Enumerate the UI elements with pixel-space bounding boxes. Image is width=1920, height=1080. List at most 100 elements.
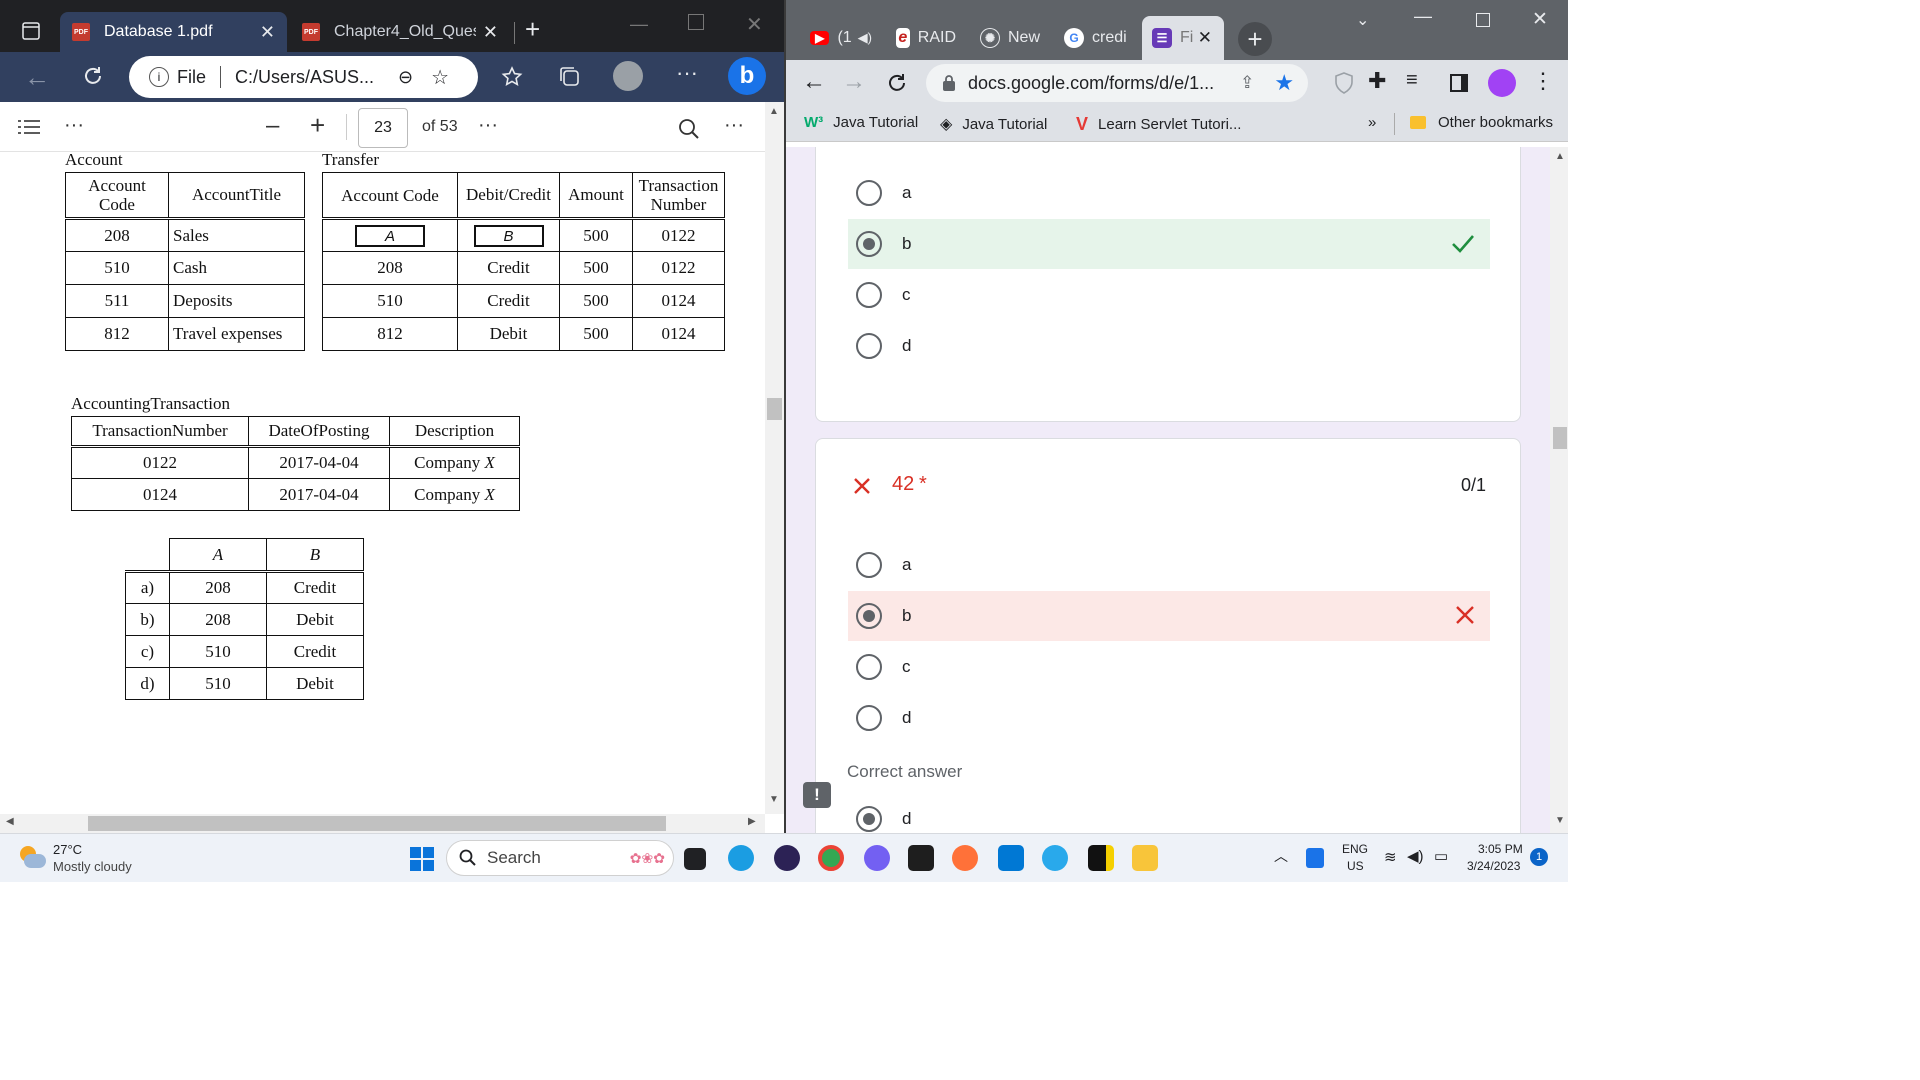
pdf-vertical-scrollbar[interactable]: ▲ ▼: [765, 102, 784, 814]
option-a[interactable]: a: [848, 540, 1490, 590]
forward-icon[interactable]: →: [842, 68, 866, 96]
file-explorer-icon[interactable]: [1132, 845, 1158, 871]
zoom-in-icon[interactable]: +: [310, 110, 325, 141]
scroll-right-arrow-icon[interactable]: ▶: [748, 816, 756, 827]
bookmark-item[interactable]: W³ Java Tutorial: [804, 114, 918, 131]
maximize-icon[interactable]: [688, 14, 704, 30]
scroll-thumb[interactable]: [767, 398, 782, 420]
refresh-icon[interactable]: [886, 72, 908, 94]
radio-button[interactable]: [856, 552, 882, 578]
more-menu-icon[interactable]: ···: [676, 60, 698, 86]
omnibox[interactable]: docs.google.com/forms/d/e/1... ⇪ ★: [926, 64, 1308, 102]
back-icon[interactable]: ←: [24, 62, 50, 93]
address-bar[interactable]: i File C:/Users/ASUS... ⊖ ☆: [129, 56, 478, 98]
chrome-menu-icon[interactable]: ⋮: [1532, 68, 1554, 94]
clock-date[interactable]: 3/24/2023: [1467, 859, 1520, 873]
scroll-up-arrow-icon[interactable]: ▲: [769, 106, 779, 117]
profile-avatar[interactable]: [613, 61, 643, 91]
language-bottom[interactable]: US: [1347, 859, 1364, 873]
scroll-up-arrow-icon[interactable]: ▲: [1555, 151, 1565, 162]
bookmark-item[interactable]: V Learn Servlet Tutori...: [1076, 114, 1241, 135]
language-top[interactable]: ENG: [1342, 842, 1368, 856]
more-bookmarks-icon[interactable]: »: [1368, 114, 1376, 131]
edge-tab-chapter4[interactable]: PDF Chapter4_Old_Questi ✕: [290, 12, 510, 52]
weather-cloudy-icon[interactable]: [18, 846, 46, 868]
show-hidden-icons-icon[interactable]: ︿: [1274, 846, 1288, 866]
page-number-input[interactable]: 23: [358, 108, 408, 148]
edge-taskbar-icon[interactable]: [728, 845, 754, 871]
radio-button[interactable]: [856, 180, 882, 206]
wifi-icon[interactable]: ≋: [1384, 848, 1397, 866]
option-d[interactable]: d: [848, 321, 1490, 371]
close-tab-icon[interactable]: ✕: [1198, 28, 1212, 48]
shield-icon[interactable]: [1334, 72, 1354, 94]
weather-desc[interactable]: Mostly cloudy: [53, 859, 132, 874]
extensions-icon[interactable]: ✚: [1368, 68, 1386, 94]
viber-icon[interactable]: [864, 845, 890, 871]
maximize-icon[interactable]: [1476, 13, 1490, 27]
firefox-icon[interactable]: [952, 845, 978, 871]
radio-button[interactable]: [856, 333, 882, 359]
radio-button-selected[interactable]: [856, 231, 882, 257]
collections-icon[interactable]: [558, 65, 582, 89]
telegram-icon[interactable]: [1042, 845, 1068, 871]
profile-avatar[interactable]: [1488, 69, 1516, 97]
share-icon[interactable]: ⇪: [1240, 73, 1254, 93]
new-tab-icon[interactable]: +: [525, 14, 540, 45]
weather-temp[interactable]: 27°C: [53, 842, 82, 857]
reading-list-icon[interactable]: ≡: [1406, 69, 1418, 92]
pdf-options-icon[interactable]: ···: [478, 114, 498, 137]
pdf-horizontal-scrollbar[interactable]: ◀ ▶: [0, 814, 765, 833]
option-c[interactable]: c: [848, 642, 1490, 692]
contents-list-icon[interactable]: [18, 119, 40, 135]
radio-button-selected[interactable]: [856, 603, 882, 629]
new-tab-icon[interactable]: +: [1238, 22, 1272, 56]
sticky-notes-icon[interactable]: [1088, 845, 1114, 871]
chrome-tab-youtube[interactable]: ▶ (1 ◀): [800, 16, 882, 60]
scroll-down-arrow-icon[interactable]: ▼: [769, 794, 779, 805]
option-a[interactable]: a: [848, 168, 1490, 218]
tab-actions-icon[interactable]: [22, 22, 40, 40]
minimize-icon[interactable]: —: [1414, 6, 1432, 27]
option-b-selected-correct[interactable]: b: [848, 219, 1490, 269]
other-bookmarks[interactable]: Other bookmarks: [1410, 114, 1553, 131]
close-tab-icon[interactable]: ✕: [483, 22, 498, 43]
info-icon[interactable]: i: [149, 67, 169, 87]
refresh-icon[interactable]: [82, 65, 104, 87]
edge-tab-database-pdf[interactable]: PDF Database 1.pdf ✕: [60, 12, 287, 52]
add-favorite-icon[interactable]: ☆: [431, 65, 449, 90]
favorites-icon[interactable]: [500, 65, 524, 89]
notification-badge[interactable]: 1: [1530, 848, 1548, 866]
eclipse-icon[interactable]: [774, 845, 800, 871]
lock-icon[interactable]: [942, 74, 956, 92]
side-panel-icon[interactable]: [1450, 74, 1468, 92]
pdf-more-icon[interactable]: ···: [64, 114, 84, 137]
option-b-selected-wrong[interactable]: b: [848, 591, 1490, 641]
zoom-icon[interactable]: ⊖: [398, 67, 413, 88]
clock-time[interactable]: 3:05 PM: [1478, 842, 1523, 856]
windows-start-icon[interactable]: [410, 847, 434, 871]
back-icon[interactable]: ←: [802, 68, 826, 96]
scroll-down-arrow-icon[interactable]: ▼: [1555, 815, 1565, 826]
task-view-icon[interactable]: [684, 848, 706, 870]
chrome-taskbar-icon[interactable]: [818, 845, 844, 871]
battery-icon[interactable]: ▭: [1434, 847, 1448, 865]
minimize-icon[interactable]: —: [630, 14, 648, 35]
chrome-tab-forms[interactable]: ☰ Fi ✕: [1142, 16, 1224, 60]
chrome-tab-new[interactable]: ✺ New: [970, 16, 1050, 60]
radio-button[interactable]: [856, 705, 882, 731]
scroll-left-arrow-icon[interactable]: ◀: [6, 816, 14, 827]
bookmark-star-icon[interactable]: ★: [1274, 70, 1294, 96]
close-window-icon[interactable]: ✕: [746, 12, 763, 37]
taskbar-search-box[interactable]: Search ✿❀✿: [446, 840, 674, 876]
scroll-thumb[interactable]: [88, 816, 666, 831]
zoom-out-icon[interactable]: –: [266, 112, 279, 140]
volume-icon[interactable]: ◀): [1407, 847, 1424, 865]
security-shield-icon[interactable]: [1306, 848, 1324, 868]
chrome-tab-google[interactable]: G credi: [1054, 16, 1138, 60]
report-feedback-icon[interactable]: !: [803, 782, 831, 808]
scroll-thumb[interactable]: [1553, 427, 1567, 449]
vscode-icon[interactable]: [998, 845, 1024, 871]
search-icon[interactable]: [678, 118, 700, 140]
chrome-tab-raid[interactable]: e RAID: [886, 16, 966, 60]
